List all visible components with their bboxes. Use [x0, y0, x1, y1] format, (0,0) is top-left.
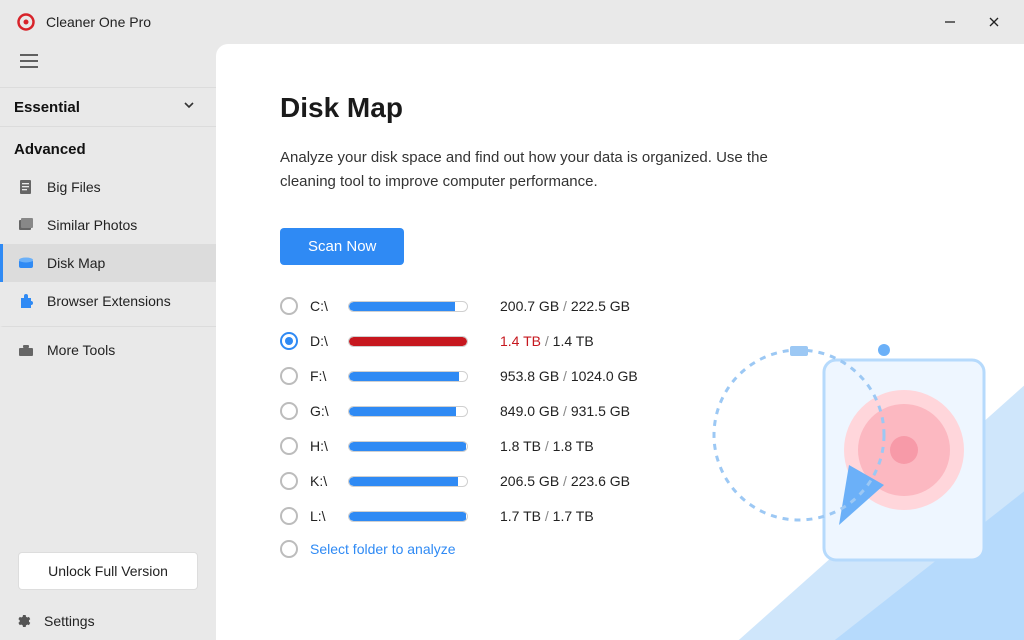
usage-text: 200.7 GB / 222.5 GB — [500, 298, 630, 314]
disk-radio[interactable] — [280, 472, 298, 490]
disk-radio[interactable] — [280, 540, 298, 558]
main-panel: Disk Map Analyze your disk space and fin… — [216, 44, 1024, 640]
disk-radio[interactable] — [280, 332, 298, 350]
sidebar-item-label: More Tools — [47, 342, 115, 358]
usage-text: 953.8 GB / 1024.0 GB — [500, 368, 638, 384]
drive-label: L:\ — [310, 508, 336, 524]
sidebar-item-more-tools[interactable]: More Tools — [0, 326, 216, 369]
disk-radio[interactable] — [280, 507, 298, 525]
select-folder-link[interactable]: Select folder to analyze — [310, 541, 456, 557]
disk-row[interactable]: C:\ 200.7 GB / 222.5 GB — [280, 295, 1024, 317]
disk-list: C:\ 200.7 GB / 222.5 GB D:\ 1.4 TB / 1.4 TB… — [280, 295, 1024, 558]
sidebar-item-settings[interactable]: Settings — [0, 604, 216, 640]
disk-row[interactable]: H:\ 1.8 TB / 1.8 TB — [280, 435, 1024, 457]
disk-row[interactable]: K:\ 206.5 GB / 223.6 GB — [280, 470, 1024, 492]
scan-now-button[interactable]: Scan Now — [280, 228, 404, 265]
window-controls — [928, 7, 1016, 37]
drive-label: G:\ — [310, 403, 336, 419]
disk-row[interactable]: L:\ 1.7 TB / 1.7 TB — [280, 505, 1024, 527]
page-title: Disk Map — [280, 92, 1024, 124]
app-logo-icon — [16, 12, 36, 32]
drive-label: K:\ — [310, 473, 336, 489]
gear-icon — [14, 612, 32, 630]
usage-text: 1.8 TB / 1.8 TB — [500, 438, 594, 454]
usage-text: 206.5 GB / 223.6 GB — [500, 473, 630, 489]
sidebar-item-label: Big Files — [47, 179, 101, 195]
hamburger-button[interactable] — [0, 48, 216, 87]
sidebar-item-disk-map[interactable]: Disk Map — [0, 244, 216, 282]
usage-bar — [348, 301, 468, 312]
sidebar-item-browser-extensions[interactable]: Browser Extensions — [0, 282, 216, 320]
disk-radio[interactable] — [280, 437, 298, 455]
sidebar-section-label: Essential — [14, 99, 80, 116]
sidebar: Essential Advanced Big Files Similar Pho… — [0, 44, 216, 640]
minimize-button[interactable] — [928, 7, 972, 37]
disk-icon — [17, 254, 35, 272]
disk-radio[interactable] — [280, 367, 298, 385]
titlebar: Cleaner One Pro — [0, 0, 1024, 44]
unlock-full-version-button[interactable]: Unlock Full Version — [18, 552, 198, 590]
disk-radio[interactable] — [280, 402, 298, 420]
drive-label: H:\ — [310, 438, 336, 454]
sidebar-item-big-files[interactable]: Big Files — [0, 168, 216, 206]
app-title: Cleaner One Pro — [46, 14, 928, 30]
usage-bar — [348, 371, 468, 382]
sidebar-section-label: Advanced — [14, 141, 86, 158]
disk-row[interactable]: G:\ 849.0 GB / 931.5 GB — [280, 400, 1024, 422]
app-window: Cleaner One Pro Essential Advanced — [0, 0, 1024, 640]
drive-label: F:\ — [310, 368, 336, 384]
sidebar-section-essential[interactable]: Essential — [0, 87, 216, 127]
usage-text: 1.4 TB / 1.4 TB — [500, 333, 594, 349]
chevron-down-icon — [182, 98, 196, 116]
drive-label: D:\ — [310, 333, 336, 349]
sidebar-item-label: Similar Photos — [47, 217, 137, 233]
disk-radio[interactable] — [280, 297, 298, 315]
disk-row[interactable]: F:\ 953.8 GB / 1024.0 GB — [280, 365, 1024, 387]
body: Essential Advanced Big Files Similar Pho… — [0, 44, 1024, 640]
sidebar-item-label: Browser Extensions — [47, 293, 171, 309]
drive-label: C:\ — [310, 298, 336, 314]
page-description: Analyze your disk space and find out how… — [280, 146, 800, 194]
usage-bar — [348, 406, 468, 417]
disk-row[interactable]: D:\ 1.4 TB / 1.4 TB — [280, 330, 1024, 352]
usage-bar — [348, 441, 468, 452]
sidebar-item-label: Disk Map — [47, 255, 105, 271]
sidebar-item-similar-photos[interactable]: Similar Photos — [0, 206, 216, 244]
usage-text: 1.7 TB / 1.7 TB — [500, 508, 594, 524]
photos-icon — [17, 216, 35, 234]
toolbox-icon — [17, 341, 35, 359]
select-folder-row[interactable]: Select folder to analyze — [280, 540, 1024, 558]
file-icon — [17, 178, 35, 196]
puzzle-icon — [17, 292, 35, 310]
usage-bar — [348, 336, 468, 347]
sidebar-section-advanced[interactable]: Advanced — [0, 127, 216, 168]
usage-bar — [348, 476, 468, 487]
usage-text: 849.0 GB / 931.5 GB — [500, 403, 630, 419]
sidebar-item-label: Settings — [44, 613, 95, 629]
usage-bar — [348, 511, 468, 522]
close-button[interactable] — [972, 7, 1016, 37]
